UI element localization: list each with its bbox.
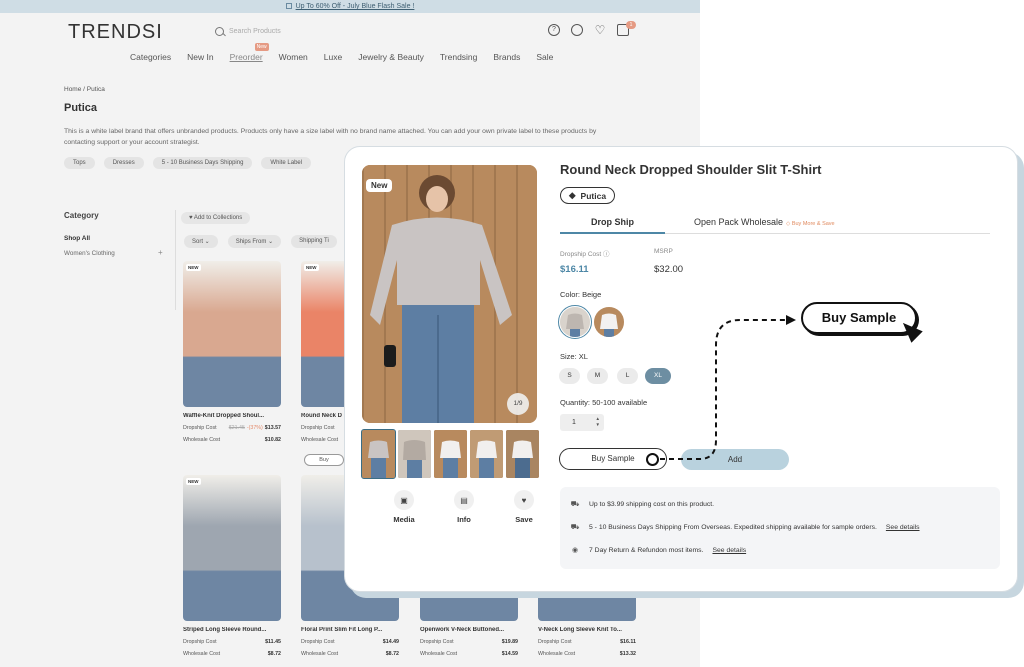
page-root: Up To 60% Off - July Blue Flash Sale ! T… bbox=[0, 0, 1024, 667]
click-indicator bbox=[646, 453, 659, 466]
